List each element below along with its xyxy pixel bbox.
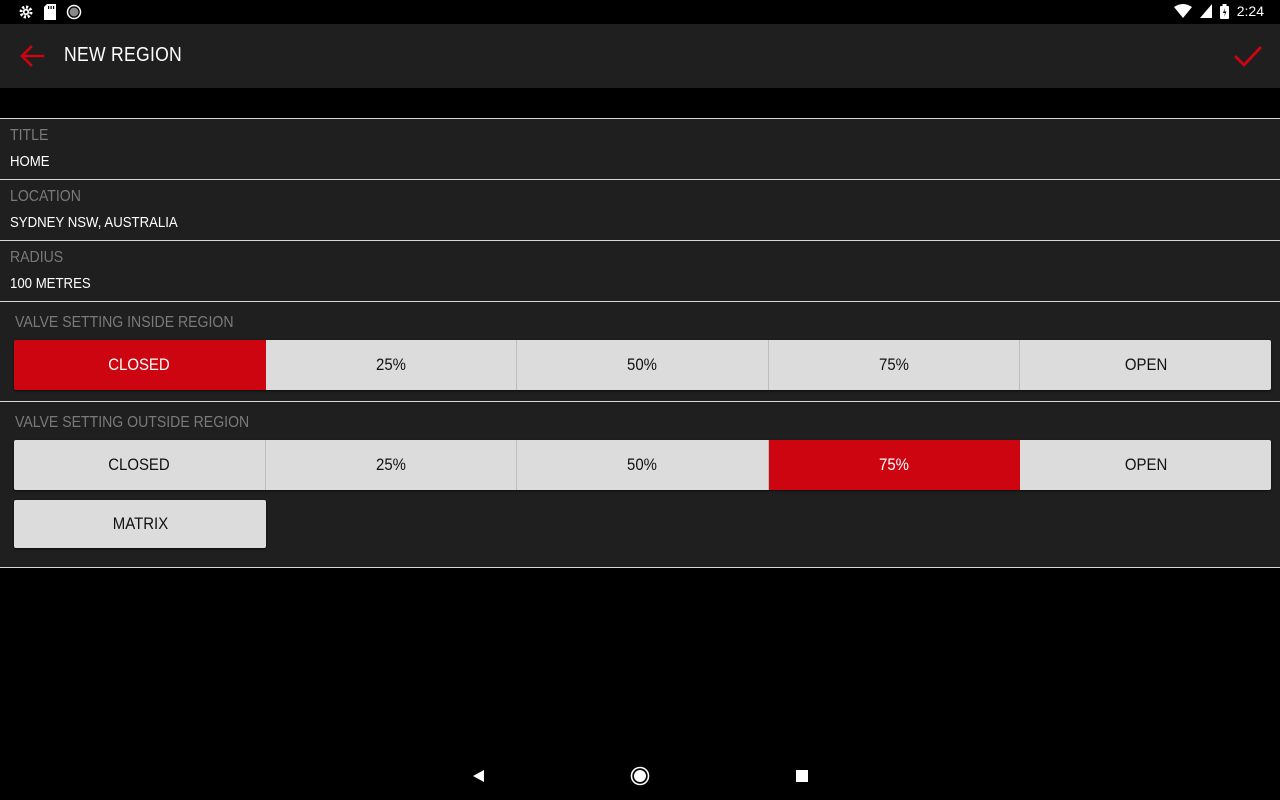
location-value: SYDNEY NSW, AUSTRALIA <box>10 214 178 231</box>
inside-option-open[interactable]: OPEN <box>1020 340 1271 390</box>
region-form: TITLE HOME LOCATION SYDNEY NSW, AUSTRALI… <box>0 118 1280 568</box>
outside-option-label: OPEN <box>1124 455 1167 474</box>
inside-option-75[interactable]: 75% <box>768 340 1021 390</box>
inside-option-label: CLOSED <box>108 355 171 374</box>
confirm-button[interactable] <box>1232 40 1264 72</box>
status-bar: 2:24 <box>0 0 1280 24</box>
radius-field[interactable]: RADIUS 100 METRES <box>0 241 1280 302</box>
radius-value: 100 METRES <box>10 275 91 292</box>
nav-home-button[interactable] <box>630 766 650 786</box>
location-field[interactable]: LOCATION SYDNEY NSW, AUSTRALIA <box>0 180 1280 241</box>
outside-option-open[interactable]: OPEN <box>1020 440 1271 490</box>
outside-option-label: 25% <box>375 455 406 474</box>
sync-icon <box>66 4 82 20</box>
nav-home-icon <box>630 766 650 786</box>
inside-region-label: VALVE SETTING INSIDE REGION <box>15 314 234 331</box>
battery-icon <box>1219 3 1229 19</box>
inside-option-50[interactable]: 50% <box>517 340 769 390</box>
app-bar: NEW REGION <box>0 24 1280 88</box>
outside-option-closed[interactable]: CLOSED <box>14 440 266 490</box>
page-title: NEW REGION <box>64 44 183 66</box>
nav-recents-icon <box>796 770 808 782</box>
nav-back-icon <box>473 770 484 782</box>
outside-option-label: CLOSED <box>108 455 171 474</box>
outside-option-75[interactable]: 75% <box>768 440 1021 490</box>
inside-region-segmented-control: CLOSED 25% 50% 75% OPEN <box>14 340 1271 390</box>
status-time: 2:24 <box>1236 3 1264 19</box>
outside-option-label: 50% <box>627 455 658 474</box>
gear-icon <box>19 5 33 19</box>
signal-icon <box>1199 4 1212 18</box>
status-bar-right: 2:24 <box>1173 3 1264 19</box>
title-label: TITLE <box>10 127 49 144</box>
inside-option-label: 75% <box>879 355 910 374</box>
matrix-button[interactable]: MATRIX <box>14 500 266 548</box>
inside-option-label: 50% <box>627 355 658 374</box>
inside-option-25[interactable]: 25% <box>265 340 518 390</box>
radius-label: RADIUS <box>10 249 64 266</box>
status-bar-left-icons <box>18 4 82 20</box>
title-value: HOME <box>10 153 50 170</box>
matrix-button-label: MATRIX <box>112 514 168 533</box>
outside-region-section: VALVE SETTING OUTSIDE REGION CLOSED 25% … <box>0 402 1280 562</box>
wifi-icon <box>1173 4 1192 18</box>
outside-region-label: VALVE SETTING OUTSIDE REGION <box>15 414 250 431</box>
nav-recents-button[interactable] <box>794 768 810 784</box>
inside-option-label: OPEN <box>1124 355 1167 374</box>
inside-option-label: 25% <box>375 355 406 374</box>
inside-region-section: VALVE SETTING INSIDE REGION CLOSED 25% 5… <box>0 302 1280 402</box>
location-label: LOCATION <box>10 188 81 205</box>
nav-back-button[interactable] <box>470 767 488 785</box>
sd-card-icon <box>44 4 56 20</box>
inside-option-closed[interactable]: CLOSED <box>14 340 266 390</box>
arrow-left-icon <box>20 45 45 67</box>
system-nav-bar <box>0 752 1280 800</box>
outside-region-segmented-control: CLOSED 25% 50% 75% OPEN <box>14 440 1271 490</box>
outside-option-label: 75% <box>879 455 910 474</box>
outside-option-50[interactable]: 50% <box>517 440 769 490</box>
outside-option-25[interactable]: 25% <box>265 440 518 490</box>
back-button[interactable] <box>16 40 48 72</box>
title-field[interactable]: TITLE HOME <box>0 119 1280 180</box>
check-icon <box>1234 46 1262 68</box>
